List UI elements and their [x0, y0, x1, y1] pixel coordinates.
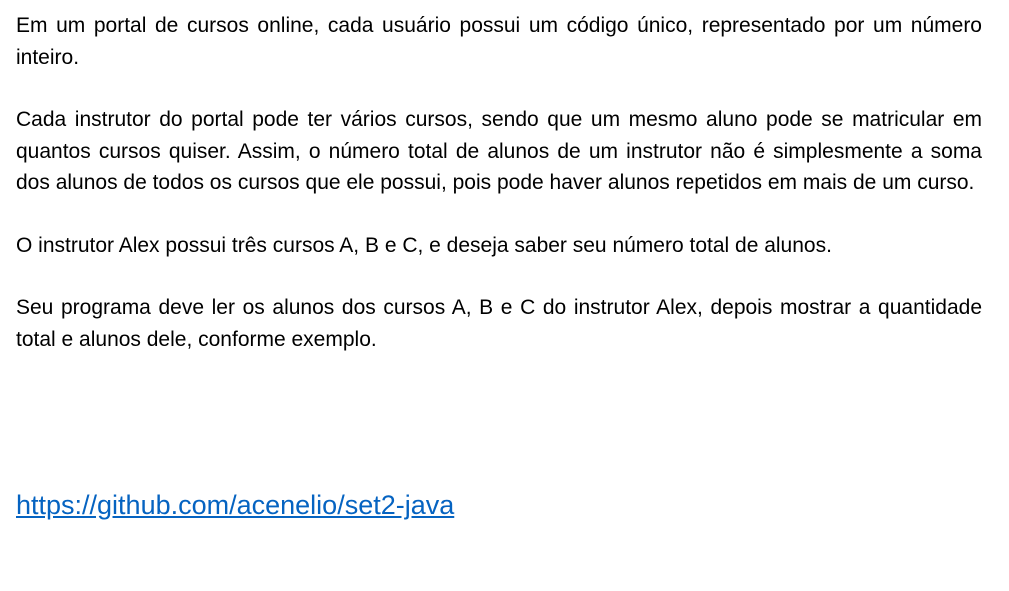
paragraph-program-task: Seu programa deve ler os alunos dos curs… — [16, 296, 982, 351]
document-body: Em um portal de cursos online, cada usuá… — [16, 10, 982, 355]
paragraph-intro: Em um portal de cursos online, cada usuá… — [16, 14, 982, 69]
paragraph-instructor-courses: Cada instrutor do portal pode ter vários… — [16, 108, 982, 194]
github-link[interactable]: https://github.com/acenelio/set2-java — [16, 488, 454, 522]
paragraph-alex-courses: O instrutor Alex possui três cursos A, B… — [16, 233, 832, 257]
